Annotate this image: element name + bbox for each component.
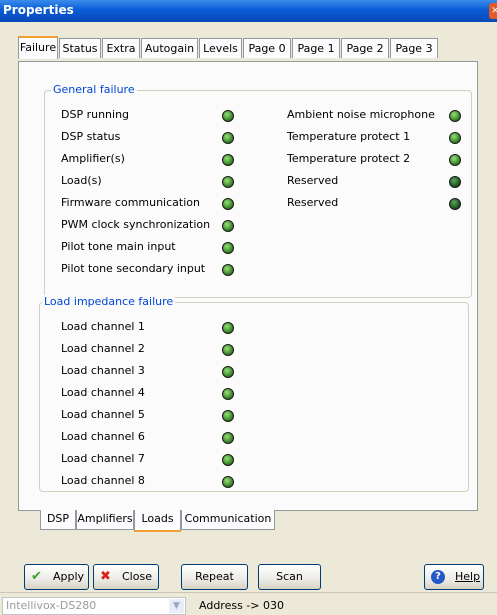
pilot-tone-main-led-icon [222,242,234,254]
help-button-label: Help [455,570,481,583]
general-item-dsp-running: DSP running [61,108,130,121]
load-channel-4-led-icon [222,388,234,400]
load-channel-7-led-icon [222,454,234,466]
tab-amplifiers[interactable]: Amplifiers [76,510,134,530]
loads-led-icon [222,176,234,188]
load-channel-8-led-icon [222,476,234,488]
tab-page-3[interactable]: Page 3 [390,38,438,58]
reserved-2-led-icon [449,198,461,210]
load-channel-1-led-icon [222,322,234,334]
general-item-reserved-1: Reserved [287,174,339,187]
window-title: Properties [3,3,74,17]
load-channel-6-led-icon [222,432,234,444]
firmware-communication-led-icon [222,198,234,210]
tab-levels[interactable]: Levels [199,38,242,58]
apply-button[interactable]: ✔ Apply [24,564,89,590]
load-channel-3: Load channel 3 [61,364,145,377]
status-bar: Intellivox-DS280 ▼ Address -> 030 [0,592,497,615]
close-button-label: Close [122,570,152,583]
load-channel-5-led-icon [222,410,234,422]
close-x-icon: ✖ [100,569,111,584]
tab-page-1[interactable]: Page 1 [292,38,340,58]
general-item-pilot-tone-main: Pilot tone main input [61,240,176,253]
load-channel-8: Load channel 8 [61,474,145,487]
tab-loads[interactable]: Loads [134,510,181,532]
dsp-status-led-icon [222,132,234,144]
close-window-button[interactable]: × [489,3,497,19]
load-channel-2-led-icon [222,344,234,356]
help-button[interactable]: ? Help [424,564,484,590]
general-item-temperature-protect-2: Temperature protect 2 [287,152,411,165]
reserved-1-led-icon [449,176,461,188]
tab-autogain[interactable]: Autogain [141,38,198,58]
tab-failure[interactable]: Failure [18,36,58,59]
ambient-noise-led-icon [449,110,461,122]
tab-status[interactable]: Status [59,38,101,58]
general-item-loads: Load(s) [61,174,102,187]
failure-panel: General failure DSP running DSP status A… [18,61,478,511]
general-item-dsp-status: DSP status [61,130,121,143]
general-item-reserved-2: Reserved [287,196,339,209]
dsp-running-led-icon [222,110,234,122]
tab-page-2[interactable]: Page 2 [341,38,389,58]
tab-dsp[interactable]: DSP [40,510,76,530]
device-combobox[interactable]: Intellivox-DS280 ▼ [2,597,186,615]
tab-extra[interactable]: Extra [102,38,140,58]
tab-communication[interactable]: Communication [181,510,275,530]
close-button[interactable]: ✖ Close [93,564,159,590]
load-channel-1: Load channel 1 [61,320,145,333]
help-icon: ? [431,570,445,584]
general-item-temperature-protect-1: Temperature protect 1 [287,130,411,143]
title-bar[interactable]: Properties × [0,0,497,22]
general-failure-label: General failure [51,83,137,96]
temperature-protect-1-led-icon [449,132,461,144]
load-channel-4: Load channel 4 [61,386,145,399]
load-channel-2: Load channel 2 [61,342,145,355]
general-item-firmware-communication: Firmware communication [61,196,200,209]
amplifiers-led-icon [222,154,234,166]
pwm-clock-led-icon [222,220,234,232]
address-readout: Address -> 030 [199,599,284,612]
apply-button-label: Apply [53,570,85,583]
load-channel-6: Load channel 6 [61,430,145,443]
general-item-pwm-clock: PWM clock synchronization [61,218,211,231]
load-channel-3-led-icon [222,366,234,378]
repeat-button[interactable]: Repeat [181,564,248,590]
load-channel-5: Load channel 5 [61,408,145,421]
load-channel-7: Load channel 7 [61,452,145,465]
pilot-tone-secondary-led-icon [222,264,234,276]
general-item-pilot-tone-secondary: Pilot tone secondary input [61,262,206,275]
checkmark-icon: ✔ [31,569,42,584]
general-item-amplifiers: Amplifier(s) [61,152,125,165]
scan-button[interactable]: Scan [258,564,321,590]
load-impedance-label: Load impedance failure [42,295,176,308]
temperature-protect-2-led-icon [449,154,461,166]
general-item-ambient-noise: Ambient noise microphone [287,108,435,121]
tab-page-0[interactable]: Page 0 [243,38,291,58]
device-combobox-value: Intellivox-DS280 [6,599,97,612]
chevron-down-icon[interactable]: ▼ [169,599,184,613]
